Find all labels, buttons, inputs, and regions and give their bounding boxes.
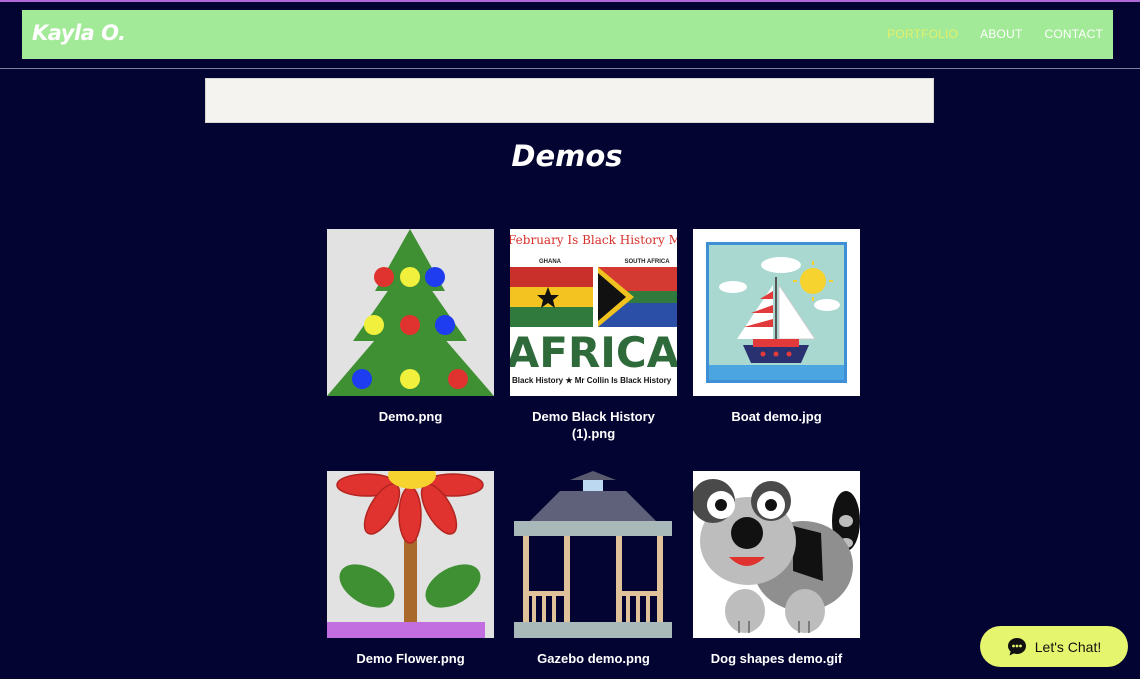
christmas-tree-image[interactable]: [327, 229, 494, 396]
site-logo[interactable]: Kayla O.: [32, 21, 126, 45]
flag-big-word: AFRICA: [510, 328, 677, 377]
gazebo-image[interactable]: [510, 471, 677, 638]
gallery-caption: Demo.png: [378, 409, 443, 424]
gallery-item[interactable]: Demo Flower.png: [327, 471, 494, 667]
dog-image[interactable]: [693, 471, 860, 638]
flag-right-label: SOUTH AFRICA: [624, 259, 670, 265]
chat-button[interactable]: Let's Chat!: [980, 626, 1128, 667]
gallery-item[interactable]: Dog shapes demo.gif: [693, 471, 860, 667]
main-nav: PORTFOLIO ABOUT CONTACT: [865, 27, 1103, 41]
gallery-caption: Dog shapes demo.gif: [710, 651, 843, 666]
header-divider: [0, 68, 1140, 69]
nav-about[interactable]: ABOUT: [980, 27, 1022, 41]
nav-contact[interactable]: CONTACT: [1044, 27, 1103, 41]
flag-footer-text: Black History ★ Mr Collin Is Black Histo…: [512, 376, 672, 385]
gallery-item[interactable]: February Is Black History Month GHANA SO…: [510, 229, 677, 442]
nav-portfolio[interactable]: PORTFOLIO: [887, 27, 958, 41]
site-header: Kayla O. PORTFOLIO ABOUT CONTACT: [22, 10, 1113, 59]
chat-bubble-icon: [1007, 637, 1026, 655]
flower-image[interactable]: [327, 471, 494, 638]
top-accent-border: [0, 0, 1140, 2]
gallery-caption: Demo Black History (1).png: [532, 409, 655, 441]
flag-left-label: GHANA: [539, 259, 562, 265]
gallery-item[interactable]: Demo.png: [327, 229, 494, 425]
gallery-item[interactable]: Gazebo demo.png: [510, 471, 677, 667]
sailboat-image[interactable]: [693, 229, 860, 396]
gallery-caption: Demo Flower.png: [356, 651, 465, 666]
gallery-item[interactable]: Boat demo.jpg: [693, 229, 860, 425]
page-title: Demos: [511, 139, 623, 173]
chat-label: Let's Chat!: [1034, 638, 1102, 655]
gallery-caption: Boat demo.jpg: [731, 409, 822, 424]
gallery-caption: Gazebo demo.png: [537, 651, 650, 666]
black-history-flags-image[interactable]: February Is Black History Month GHANA SO…: [510, 229, 677, 396]
flag-banner-text: February Is Black History Month: [510, 233, 677, 247]
banner-strip: [205, 78, 934, 123]
